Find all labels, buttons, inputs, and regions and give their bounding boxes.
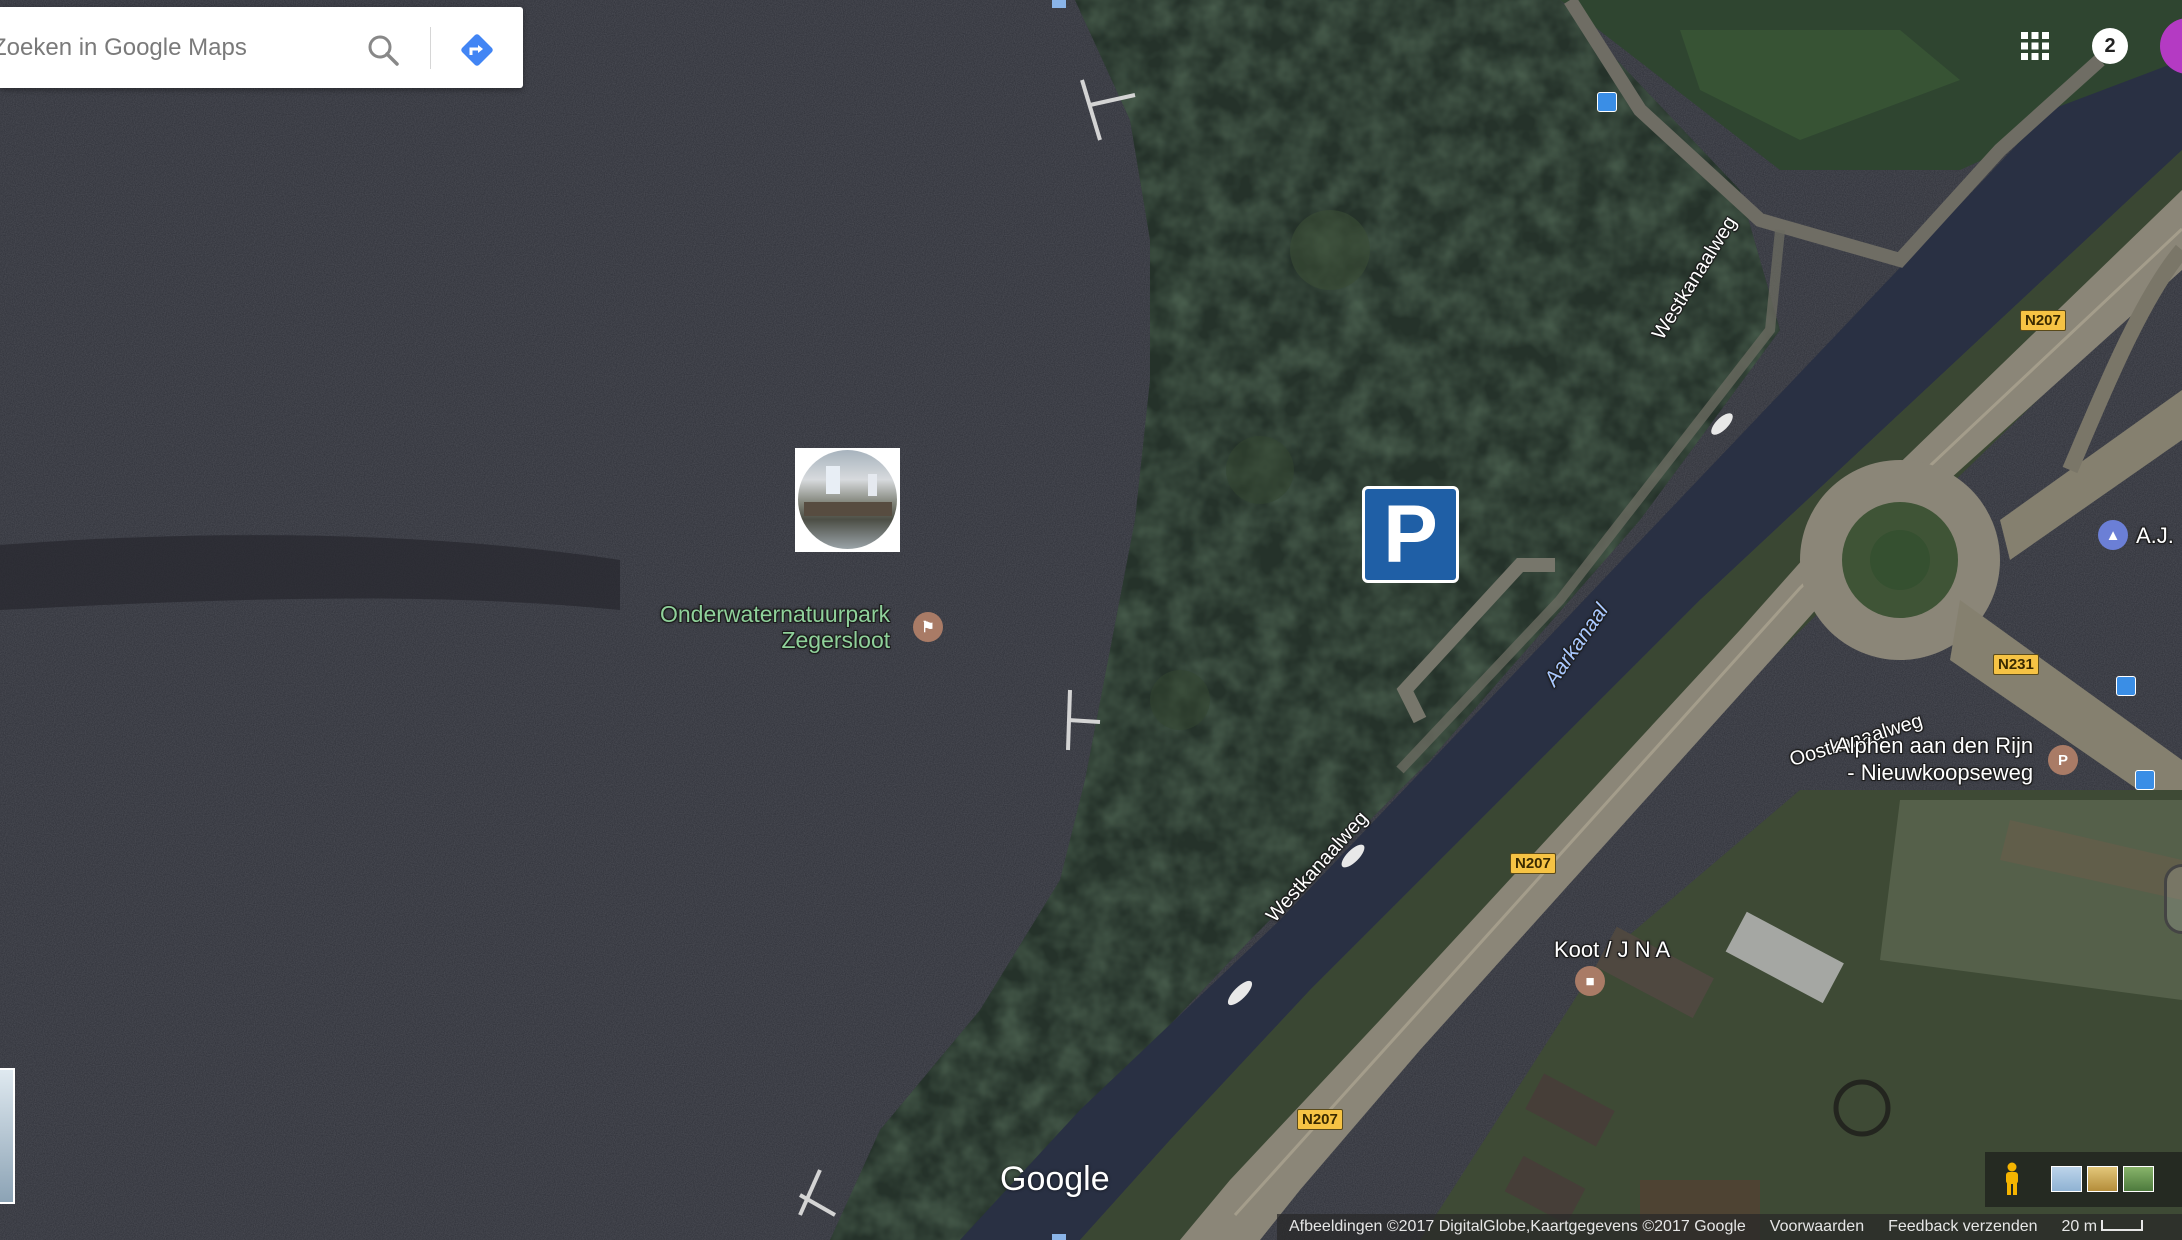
search-box bbox=[0, 7, 523, 88]
attribution-bar: Afbeeldingen ©2017 DigitalGlobe,Kaartgeg… bbox=[1277, 1214, 2182, 1240]
rotate-control[interactable] bbox=[2164, 864, 2182, 934]
park-poi-icon[interactable]: ⚑ bbox=[913, 612, 943, 642]
aj-label[interactable]: A.J. bbox=[2136, 522, 2174, 549]
apps-grid-icon[interactable] bbox=[2019, 30, 2051, 62]
bus-stop-icon-southeast[interactable] bbox=[2135, 770, 2155, 790]
attribution-text: Afbeeldingen ©2017 DigitalGlobe,Kaartgeg… bbox=[1289, 1218, 1746, 1235]
shop-poi-icon[interactable]: ■ bbox=[1575, 966, 1605, 996]
bus-stop-name-line2: - Nieuwkoopseweg bbox=[1847, 760, 2034, 785]
layer-thumbnail-terrain[interactable] bbox=[2087, 1166, 2118, 1192]
road-shield-n207-south: N207 bbox=[1297, 1109, 1343, 1130]
resize-handle-top[interactable] bbox=[1052, 0, 1066, 8]
google-logo: Google bbox=[1000, 1160, 1110, 1198]
scale-bar bbox=[2101, 1220, 2144, 1231]
notification-badge[interactable]: 2 bbox=[2092, 28, 2128, 64]
parking-sign[interactable]: P bbox=[1362, 486, 1459, 583]
pegman-icon[interactable] bbox=[2001, 1162, 2023, 1196]
satellite-map[interactable] bbox=[0, 0, 2182, 1240]
scale-text: 20 m bbox=[2061, 1218, 2098, 1235]
underwater-park-name-line1: Onderwaternatuurpark bbox=[660, 601, 891, 627]
resize-handle-bottom[interactable] bbox=[1052, 1234, 1066, 1240]
place-photo-thumbnail[interactable] bbox=[795, 448, 900, 552]
road-shield-n207-middle: N207 bbox=[1510, 853, 1556, 874]
scale-label: 20 m bbox=[2050, 1218, 2156, 1236]
directions-icon[interactable] bbox=[458, 31, 496, 69]
search-input[interactable] bbox=[0, 7, 340, 88]
underwater-park-name-line2: Zegersloot bbox=[781, 627, 891, 653]
business-poi-icon[interactable]: ▲ bbox=[2098, 520, 2128, 550]
road-shield-n231: N231 bbox=[1993, 654, 2039, 675]
earth-view-toggle[interactable] bbox=[0, 1068, 15, 1204]
road-shield-n207-north: N207 bbox=[2020, 310, 2066, 331]
feedback-link[interactable]: Feedback verzenden bbox=[1876, 1218, 2049, 1236]
bus-stop-icon-east[interactable] bbox=[2116, 676, 2136, 696]
underwater-park-label[interactable]: Onderwaternatuurpark Zegersloot bbox=[660, 601, 890, 653]
search-icon[interactable] bbox=[366, 33, 400, 67]
layer-thumbnail-map[interactable] bbox=[2051, 1166, 2082, 1192]
terms-link[interactable]: Voorwaarden bbox=[1758, 1218, 1876, 1236]
bus-stop-label[interactable]: Alphen aan den Rijn - Nieuwkoopseweg bbox=[1835, 732, 2033, 786]
parking-poi-icon[interactable]: P bbox=[2048, 745, 2078, 775]
bus-stop-name-line1: Alphen aan den Rijn bbox=[1835, 733, 2034, 758]
bus-stop-icon-north[interactable] bbox=[1597, 92, 1617, 112]
koot-label[interactable]: Koot / J N A bbox=[1554, 936, 1670, 963]
satellite-imagery bbox=[0, 0, 2182, 1240]
layer-thumbnail-satellite[interactable] bbox=[2123, 1166, 2154, 1192]
search-separator bbox=[430, 27, 431, 69]
